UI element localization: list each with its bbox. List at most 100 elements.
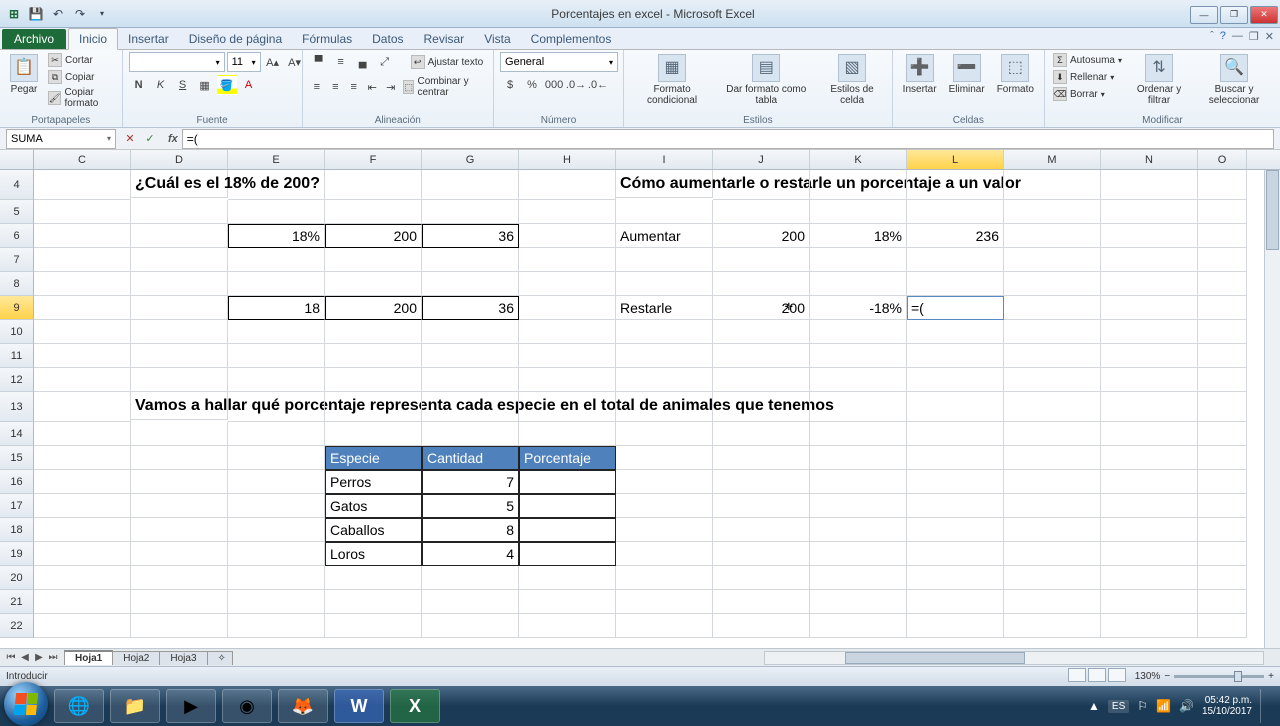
col-header-D[interactable]: D (131, 150, 228, 169)
cell-I7[interactable] (616, 248, 713, 272)
col-header-N[interactable]: N (1101, 150, 1198, 169)
font-size-combo[interactable]: 11▾ (227, 52, 261, 72)
cell-J7[interactable] (713, 248, 810, 272)
cell-H14[interactable] (519, 422, 616, 446)
cell-M19[interactable] (1004, 542, 1101, 566)
horizontal-scrollbar[interactable] (764, 651, 1264, 665)
cell-O16[interactable] (1198, 470, 1247, 494)
tray-language[interactable]: ES (1108, 700, 1129, 713)
cell-M13[interactable] (1004, 392, 1101, 422)
bold-button[interactable]: N (129, 75, 149, 95)
cell-F5[interactable] (325, 200, 422, 224)
cell-E13[interactable] (228, 392, 325, 422)
cell-H10[interactable] (519, 320, 616, 344)
cell-E21[interactable] (228, 590, 325, 614)
taskbar-firefox-icon[interactable]: 🦊 (278, 689, 328, 723)
row-header-19[interactable]: 19 (0, 542, 34, 566)
row-header-11[interactable]: 11 (0, 344, 34, 368)
tab-insert[interactable]: Insertar (118, 29, 179, 49)
cell-H21[interactable] (519, 590, 616, 614)
doc-min-icon[interactable]: — (1232, 30, 1243, 43)
cell-E8[interactable] (228, 272, 325, 296)
cell-N4[interactable] (1101, 170, 1198, 200)
cell-N18[interactable] (1101, 518, 1198, 542)
cell-C16[interactable] (34, 470, 131, 494)
zoom-slider[interactable] (1174, 675, 1264, 678)
cell-H17[interactable] (519, 494, 616, 518)
col-header-J[interactable]: J (713, 150, 810, 169)
cell-J19[interactable] (713, 542, 810, 566)
cell-O15[interactable] (1198, 446, 1247, 470)
cell-I9[interactable]: Restarle (616, 296, 713, 320)
cell-K12[interactable] (810, 368, 907, 392)
row-header-14[interactable]: 14 (0, 422, 34, 446)
format-painter-button[interactable]: 🖌Copiar formato (46, 86, 116, 110)
cell-J22[interactable] (713, 614, 810, 638)
cell-L22[interactable] (907, 614, 1004, 638)
cell-N17[interactable] (1101, 494, 1198, 518)
cell-G14[interactable] (422, 422, 519, 446)
cell-H4[interactable] (519, 170, 616, 200)
sheet-tab-3[interactable]: Hoja3 (159, 651, 207, 665)
wrap-text-button[interactable]: ↩Ajustar texto (409, 54, 486, 70)
save-button[interactable]: 💾 (26, 4, 46, 24)
cell-L11[interactable] (907, 344, 1004, 368)
cell-O18[interactable] (1198, 518, 1247, 542)
cell-H16[interactable] (519, 470, 616, 494)
cell-F22[interactable] (325, 614, 422, 638)
cell-K22[interactable] (810, 614, 907, 638)
cell-H5[interactable] (519, 200, 616, 224)
cell-G18[interactable]: 8 (422, 518, 519, 542)
cell-O17[interactable] (1198, 494, 1247, 518)
cell-J14[interactable] (713, 422, 810, 446)
cell-L10[interactable] (907, 320, 1004, 344)
row-header-21[interactable]: 21 (0, 590, 34, 614)
cell-G6[interactable]: 36 (422, 224, 519, 248)
cell-D21[interactable] (131, 590, 228, 614)
select-all-corner[interactable] (0, 150, 34, 169)
cell-N13[interactable] (1101, 392, 1198, 422)
cell-F11[interactable] (325, 344, 422, 368)
row-header-22[interactable]: 22 (0, 614, 34, 638)
cell-K10[interactable] (810, 320, 907, 344)
cell-H15[interactable]: Porcentaje (519, 446, 616, 470)
cell-O21[interactable] (1198, 590, 1247, 614)
cell-J4[interactable] (713, 170, 810, 200)
cell-F18[interactable]: Caballos (325, 518, 422, 542)
cell-M20[interactable] (1004, 566, 1101, 590)
cell-K19[interactable] (810, 542, 907, 566)
help-icon[interactable]: ? (1220, 30, 1226, 43)
cell-C14[interactable] (34, 422, 131, 446)
cell-H12[interactable] (519, 368, 616, 392)
sheet-next-button[interactable]: ▶ (32, 652, 46, 663)
cell-D12[interactable] (131, 368, 228, 392)
cell-H19[interactable] (519, 542, 616, 566)
cell-G16[interactable]: 7 (422, 470, 519, 494)
sheet-tab-2[interactable]: Hoja2 (112, 651, 160, 665)
cell-E12[interactable] (228, 368, 325, 392)
cell-I18[interactable] (616, 518, 713, 542)
cell-L8[interactable] (907, 272, 1004, 296)
cell-I4[interactable]: Cómo aumentarle o restarle un porcentaje… (616, 170, 713, 198)
cell-M12[interactable] (1004, 368, 1101, 392)
tab-review[interactable]: Revisar (414, 29, 475, 49)
col-header-G[interactable]: G (422, 150, 519, 169)
cell-J5[interactable] (713, 200, 810, 224)
cell-O14[interactable] (1198, 422, 1247, 446)
copy-button[interactable]: ⧉Copiar (46, 69, 116, 85)
sheet-last-button[interactable]: ⏭ (46, 652, 60, 663)
tab-data[interactable]: Datos (362, 29, 413, 49)
cell-E10[interactable] (228, 320, 325, 344)
taskbar-media-icon[interactable]: ▶ (166, 689, 216, 723)
tab-view[interactable]: Vista (474, 29, 520, 49)
cell-M17[interactable] (1004, 494, 1101, 518)
cell-N21[interactable] (1101, 590, 1198, 614)
cell-J12[interactable] (713, 368, 810, 392)
cell-K4[interactable] (810, 170, 907, 200)
cell-M10[interactable] (1004, 320, 1101, 344)
tray-flag-icon[interactable]: ⚐ (1137, 699, 1148, 713)
cell-D11[interactable] (131, 344, 228, 368)
col-header-H[interactable]: H (519, 150, 616, 169)
sheet-prev-button[interactable]: ◀ (18, 652, 32, 663)
cell-G17[interactable]: 5 (422, 494, 519, 518)
